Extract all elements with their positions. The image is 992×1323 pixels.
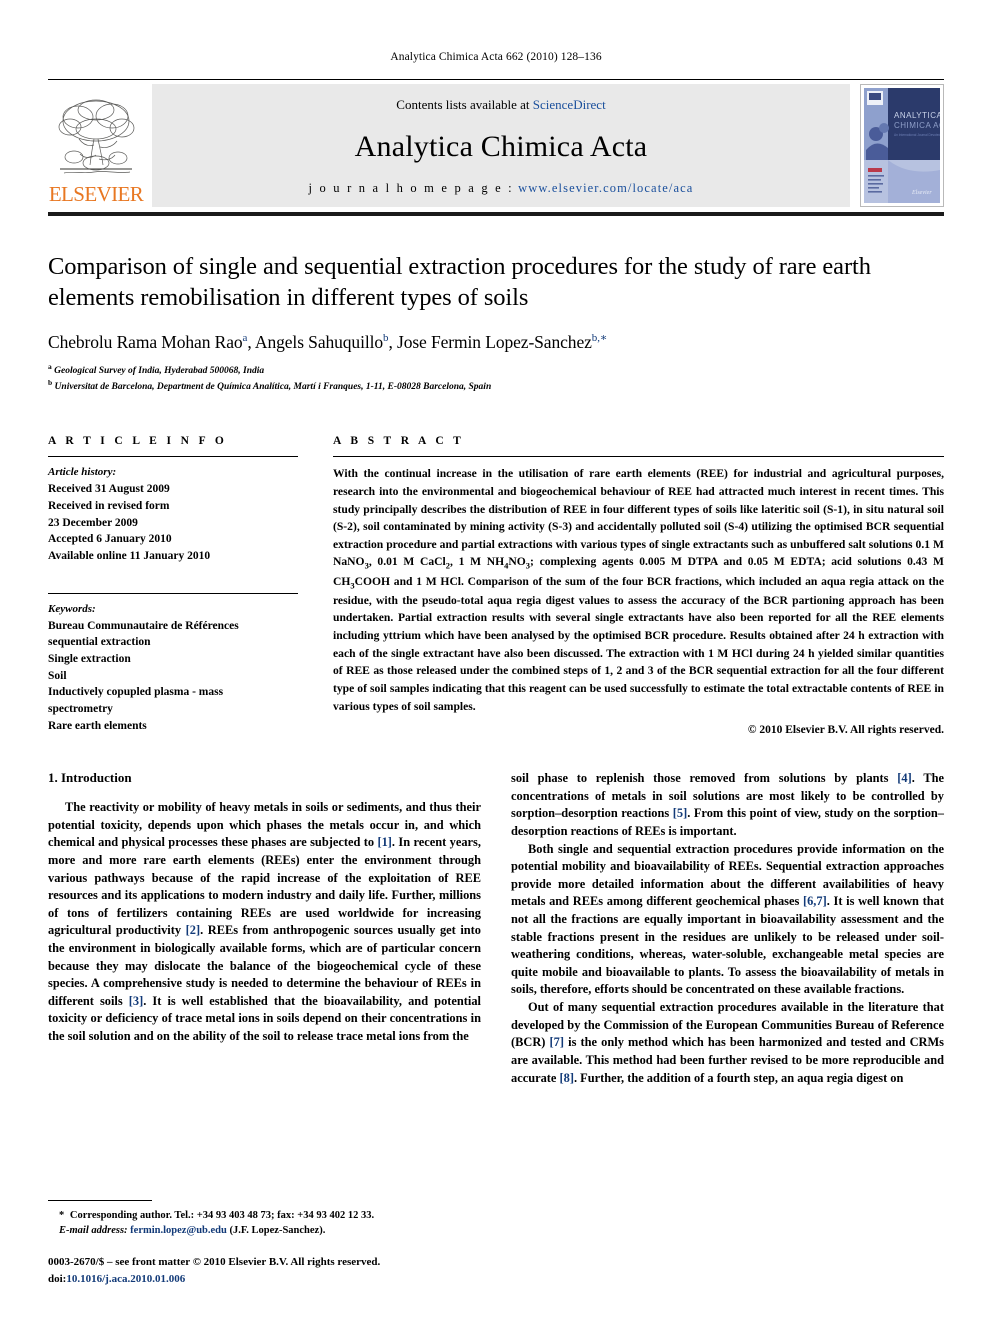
elsevier-logo: ELSEVIER <box>48 84 144 207</box>
keyword-item: Bureau Communautaire de Références <box>48 619 239 632</box>
svg-text:ANALYTICA: ANALYTICA <box>894 111 940 120</box>
keyword-item: Rare earth elements <box>48 719 147 732</box>
introduction-heading: 1. Introduction <box>48 770 132 786</box>
footnote-block: * Corresponding author. Tel.: +34 93 403… <box>48 1199 481 1288</box>
elsevier-tree-icon <box>58 99 135 174</box>
keyword-item: sequential extraction <box>48 636 151 649</box>
doi-label: doi: <box>48 1272 67 1285</box>
journal-homepage-line: j o u r n a l h o m e p a g e : www.else… <box>309 181 694 196</box>
email-note: E-mail address: fermin.lopez@ub.edu (J.F… <box>48 1223 481 1239</box>
contents-prefix: Contents lists available at <box>396 97 533 112</box>
keyword-item: Soil <box>48 669 67 682</box>
article-info-rule <box>48 456 298 458</box>
masthead-bottom-rule <box>48 212 944 216</box>
journal-masthead: ELSEVIER Contents lists available at Sci… <box>48 84 963 207</box>
running-head: Analytica Chimica Acta 662 (2010) 128–13… <box>390 51 602 63</box>
info-abstract-row: A R T I C L E I N F O Article history: R… <box>48 435 944 736</box>
intro-paragraph-right-1: soil phase to replenish those removed fr… <box>511 771 944 838</box>
body-column-left: 1. Introduction The reactivity or mobili… <box>48 770 481 1087</box>
keywords-rule <box>48 592 298 594</box>
page-title: Comparison of single and sequential extr… <box>48 253 871 312</box>
email-link[interactable]: fermin.lopez@ub.edu <box>130 1225 227 1236</box>
affiliation-b: b Universitat de Barcelona, Department d… <box>48 378 492 393</box>
author-list: Chebrolu Rama Mohan Raoa, Angels Sahuqui… <box>48 331 608 352</box>
abstract-rule <box>333 456 944 458</box>
doi-link[interactable]: 10.1016/j.aca.2010.01.006 <box>66 1273 185 1285</box>
intro-paragraph-left-1: The reactivity or mobility of heavy meta… <box>48 800 481 1044</box>
affiliation-list: a Geological Survey of India, Hyderabad … <box>48 362 944 396</box>
keyword-item: Single extraction <box>48 652 131 665</box>
contents-available-line: Contents lists available at ScienceDirec… <box>396 97 605 113</box>
corresponding-author-note: * Corresponding author. Tel.: +34 93 403… <box>59 1209 375 1221</box>
body-column-right: soil phase to replenish those removed fr… <box>511 770 944 1087</box>
abstract-heading: A B S T R A C T <box>333 435 465 448</box>
introduction-section: 1. Introduction The reactivity or mobili… <box>48 770 944 1087</box>
affiliation-a: a Geological Survey of India, Hyderabad … <box>48 361 265 376</box>
journal-title: Analytica Chimica Acta <box>354 130 648 163</box>
history-line: Received 31 August 2009 <box>48 483 170 496</box>
abstract-text: With the continual increase in the utili… <box>333 467 944 713</box>
sciencedirect-link[interactable]: ScienceDirect <box>533 97 606 112</box>
keywords-label: Keywords: <box>48 602 96 615</box>
history-line: Received in revised form <box>48 500 170 512</box>
column-gap <box>298 435 333 736</box>
svg-text:CHIMICA ACTA: CHIMICA ACTA <box>894 121 940 130</box>
cover-artwork-icon: ANALYTICA CHIMICA ACTA An International … <box>864 88 963 203</box>
issn-line: 0003-2670/$ – see front matter © 2010 El… <box>48 1256 381 1268</box>
article-info-column: A R T I C L E I N F O Article history: R… <box>48 435 298 736</box>
keywords-block: Keywords: Bureau Communautaire de Référe… <box>48 592 298 735</box>
body-column-gap <box>481 770 511 1087</box>
article-info-heading: A R T I C L E I N F O <box>48 435 228 448</box>
email-label: E-mail address: <box>59 1225 128 1237</box>
intro-paragraph-right-3: Out of many sequential extraction proced… <box>511 1000 944 1085</box>
email-suffix: (J.F. Lopez-Sanchez). <box>229 1225 326 1237</box>
masthead-top-rule <box>48 79 944 80</box>
homepage-url-link[interactable]: www.elsevier.com/locate/aca <box>518 181 693 195</box>
history-line: 23 December 2009 <box>48 516 138 529</box>
footnote-rule <box>48 1199 152 1201</box>
history-line: Available online 11 January 2010 <box>48 550 211 563</box>
article-history-lines: Received 31 August 2009 Received in revi… <box>48 481 298 564</box>
journal-cover-thumbnail: ANALYTICA CHIMICA ACTA An International … <box>860 84 963 207</box>
history-line: Accepted 6 January 2010 <box>48 533 172 546</box>
homepage-label: j o u r n a l h o m e p a g e : <box>308 181 514 195</box>
doi-line: doi:10.1016/j.aca.2010.01.006 <box>48 1271 481 1288</box>
svg-text:An International Journal Devot: An International Journal Devoted to All … <box>894 133 940 137</box>
intro-paragraph-right-2: Both single and sequential extraction pr… <box>511 841 944 997</box>
article-history-label: Article history: <box>48 466 117 479</box>
copyright-line: © 2010 Elsevier B.V. All rights reserved… <box>747 724 944 737</box>
svg-text:Elsevier: Elsevier <box>911 190 932 196</box>
keyword-item: spectrometry <box>48 702 113 715</box>
journal-article-page: Analytica Chimica Acta 662 (2010) 128–13… <box>0 0 992 1323</box>
masthead-center-panel: Contents lists available at ScienceDirec… <box>152 84 850 207</box>
elsevier-wordmark: ELSEVIER <box>48 182 144 206</box>
abstract-column: A B S T R A C T With the continual incre… <box>333 435 944 736</box>
keyword-item: Inductively copupled plasma - mass <box>48 686 224 699</box>
issn-block: 0003-2670/$ – see front matter © 2010 El… <box>48 1254 481 1287</box>
